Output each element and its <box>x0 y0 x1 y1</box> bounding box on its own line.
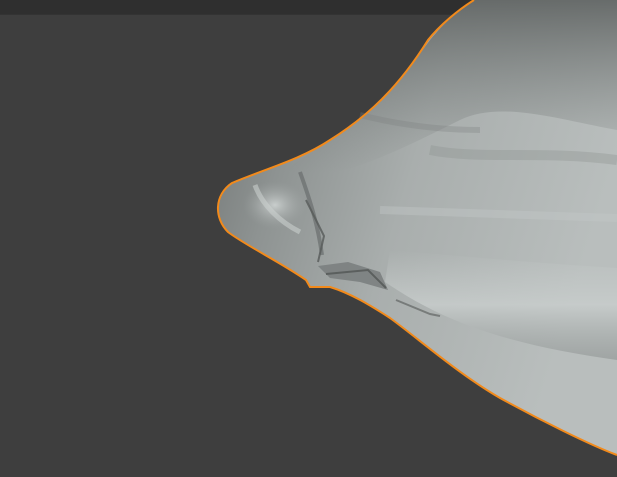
3d-viewport[interactable] <box>0 0 617 477</box>
scene-canvas[interactable] <box>0 0 617 477</box>
cloth-tip-highlight <box>243 181 307 229</box>
